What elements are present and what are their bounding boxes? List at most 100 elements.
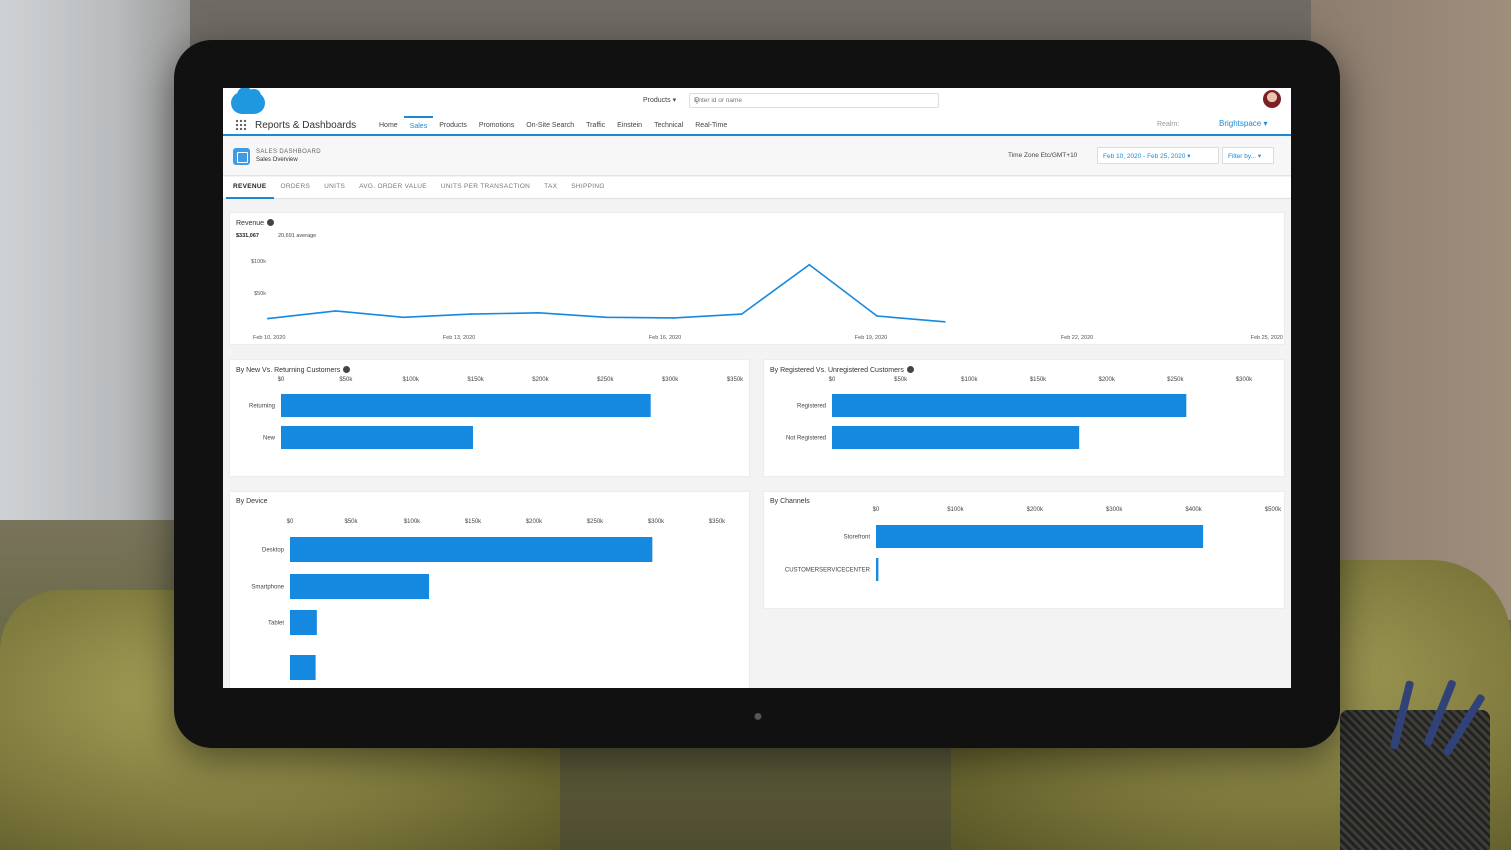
x-tick-label: $100k	[961, 377, 978, 383]
x-tick-label: $300k	[662, 377, 679, 383]
nav-item-sales[interactable]: Sales	[403, 116, 434, 136]
app-launcher-icon[interactable]	[235, 119, 247, 131]
registered-card: By Registered Vs. Unregistered Customers…	[763, 359, 1285, 477]
nav-item-on-site-search[interactable]: On-Site Search	[520, 116, 580, 136]
device-chart: $0 $50k $100k $150k $200k $250k $300k $350k Desk…	[251, 519, 726, 680]
y-tick-label: $50k	[254, 291, 266, 297]
bar[interactable]	[290, 610, 317, 635]
x-tick-label: $50k	[344, 519, 358, 525]
category-label: CUSTOMERSERVICECENTER	[785, 568, 871, 574]
series-line-revenue	[267, 263, 945, 323]
x-tick-label: $0	[829, 377, 836, 383]
tab-revenue[interactable]: REVENUE	[226, 177, 274, 199]
category-label: Registered	[797, 404, 826, 410]
x-tick-label: $0	[287, 519, 294, 525]
tab-units[interactable]: UNITS	[317, 177, 352, 199]
x-tick-label: $50k	[339, 377, 353, 383]
data-point	[334, 309, 337, 312]
device-card: By Device $0 $50k $100k $150k $200k $250k $300…	[229, 491, 750, 688]
bar[interactable]	[832, 426, 1080, 449]
bar[interactable]	[281, 426, 473, 449]
x-tick-label: Feb 19, 2020	[855, 335, 887, 341]
y-tick-label: $100k	[251, 259, 266, 265]
x-tick-label: $200k	[526, 519, 543, 525]
filter-dropdown[interactable]: Filter by... ▾	[1222, 147, 1274, 164]
x-tick-label: $300k	[648, 519, 665, 525]
new-vs-returning-chart: $0 $50k $100k $150k $200k $250k $300k $350k Retu…	[249, 377, 744, 449]
dashboard-subtitle: Sales Overview	[256, 157, 298, 163]
category-label: Smartphone	[251, 585, 284, 591]
data-point	[673, 317, 675, 319]
revenue-line-chart: $100k $50k Feb 10, 2020 Feb 13, 2020 Feb 16,…	[251, 259, 1283, 341]
tab-shipping[interactable]: SHIPPING	[564, 177, 611, 199]
x-tick-label: $250k	[1167, 377, 1184, 383]
x-tick-label: Feb 10, 2020	[253, 335, 285, 341]
nav-item-promotions[interactable]: Promotions	[473, 116, 520, 136]
category-label: Desktop	[262, 548, 285, 554]
registered-chart: $0 $50k $100k $150k $200k $250k $300k Registere…	[786, 377, 1253, 449]
apple-logo-icon: ●	[753, 708, 763, 725]
channels-card: By Channels $0 $100k $200k $300k $400k $500k S…	[763, 491, 1285, 609]
x-tick-label: $500k	[1265, 507, 1282, 513]
search-icon: ⚲	[694, 96, 700, 105]
category-label: Tablet	[268, 621, 284, 627]
cloud-logo-icon[interactable]	[231, 88, 265, 114]
bar[interactable]	[281, 394, 651, 417]
data-point	[740, 313, 743, 315]
data-point	[808, 263, 811, 266]
nav-item-einstein[interactable]: Einstein	[611, 116, 648, 136]
x-tick-label: $150k	[467, 377, 484, 383]
x-tick-label: $200k	[1098, 377, 1115, 383]
bar[interactable]	[876, 525, 1204, 548]
data-point	[267, 317, 269, 320]
background-wall	[1311, 0, 1511, 620]
x-tick-label: $300k	[1236, 377, 1253, 383]
channels-chart: $0 $100k $200k $300k $400k $500k Storefront CUS…	[785, 507, 1282, 581]
x-tick-label: Feb 22, 2020	[1061, 335, 1093, 341]
monitor: ● Products ▾ Enter id or name ⚲ Reports …	[174, 40, 1340, 748]
tab-orders[interactable]: ORDERS	[274, 177, 318, 199]
date-range-picker[interactable]: Feb 10, 2020 - Feb 25, 2020 ▾	[1097, 147, 1219, 164]
category-label: New	[263, 436, 276, 442]
x-tick-label: $0	[278, 377, 285, 383]
x-tick-label: $200k	[1027, 507, 1044, 513]
bar[interactable]	[290, 655, 316, 680]
avatar[interactable]	[1263, 90, 1281, 108]
x-tick-label: $350k	[727, 377, 744, 383]
bar[interactable]	[832, 394, 1187, 417]
nav-item-real-time[interactable]: Real-Time	[689, 116, 733, 136]
data-point	[402, 316, 405, 319]
tab-tax[interactable]: TAX	[537, 177, 564, 199]
nav-item-home[interactable]: Home	[373, 116, 404, 136]
revenue-card: Revenue $331,067 20,691 average $100k $50…	[229, 212, 1285, 345]
bar[interactable]	[876, 558, 879, 581]
tab-avg-order-value[interactable]: AVG. ORDER VALUE	[352, 177, 434, 199]
x-tick-label: $50k	[894, 377, 908, 383]
nav-item-products[interactable]: Products	[433, 116, 473, 136]
data-point	[605, 316, 608, 319]
x-tick-label: $150k	[1030, 377, 1047, 383]
tab-units-per-transaction[interactable]: UNITS PER TRANSACTION	[434, 177, 537, 199]
category-label: Storefront	[844, 535, 871, 541]
x-tick-label: $100k	[404, 519, 421, 525]
bar[interactable]	[290, 574, 430, 599]
data-point	[943, 320, 946, 323]
search-input[interactable]: Enter id or name ⚲	[689, 93, 939, 108]
bar[interactable]	[290, 537, 653, 562]
dashboard-header: SALES DASHBOARD Sales Overview Time Zone…	[223, 138, 1291, 176]
pen-holder	[1340, 679, 1490, 850]
search-scope-dropdown[interactable]: Products ▾	[643, 96, 676, 104]
x-tick-label: $250k	[597, 377, 614, 383]
data-point	[470, 313, 472, 315]
x-tick-label: Feb 13, 2020	[443, 335, 475, 341]
nav-item-traffic[interactable]: Traffic	[580, 116, 611, 136]
x-tick-label: $300k	[1106, 507, 1123, 513]
category-label: Not Registered	[786, 436, 826, 442]
dashboard-icon	[233, 148, 250, 165]
x-tick-label: $0	[873, 507, 880, 513]
data-point	[876, 315, 878, 317]
realm-dropdown[interactable]: Brightspace ▾	[1219, 119, 1268, 128]
nav-item-technical[interactable]: Technical	[648, 116, 689, 136]
x-tick-label: $400k	[1185, 507, 1202, 513]
dashboard-title: SALES DASHBOARD	[256, 149, 322, 155]
